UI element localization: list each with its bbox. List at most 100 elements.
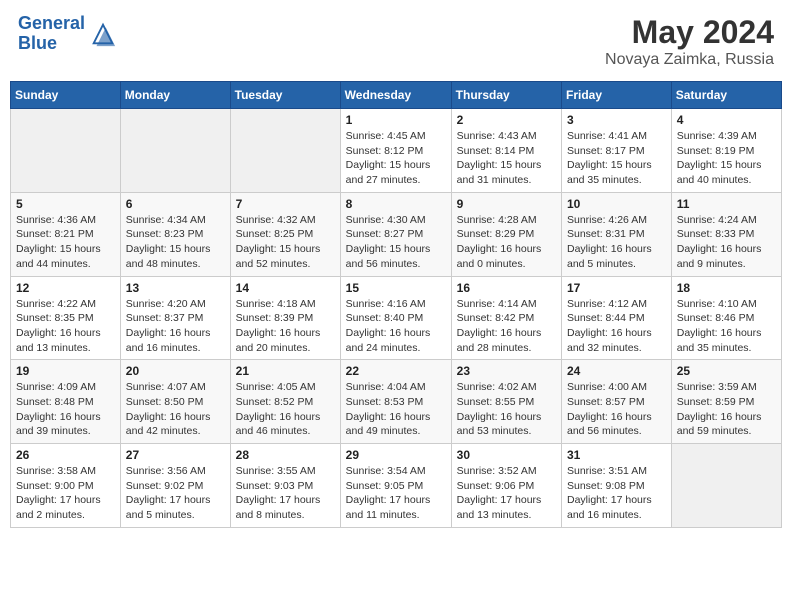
calendar-day-cell: 31Sunrise: 3:51 AM Sunset: 9:08 PM Dayli… <box>562 444 672 528</box>
day-number: 21 <box>236 364 335 378</box>
day-info: Sunrise: 4:00 AM Sunset: 8:57 PM Dayligh… <box>567 380 666 439</box>
day-info: Sunrise: 4:09 AM Sunset: 8:48 PM Dayligh… <box>16 380 115 439</box>
day-number: 16 <box>457 281 556 295</box>
day-info: Sunrise: 4:07 AM Sunset: 8:50 PM Dayligh… <box>126 380 225 439</box>
day-of-week-header: Wednesday <box>340 82 451 109</box>
day-number: 6 <box>126 197 225 211</box>
day-info: Sunrise: 4:30 AM Sunset: 8:27 PM Dayligh… <box>346 213 446 272</box>
day-number: 15 <box>346 281 446 295</box>
day-info: Sunrise: 3:51 AM Sunset: 9:08 PM Dayligh… <box>567 464 666 523</box>
calendar-day-cell <box>230 109 340 193</box>
day-number: 5 <box>16 197 115 211</box>
day-info: Sunrise: 3:52 AM Sunset: 9:06 PM Dayligh… <box>457 464 556 523</box>
calendar-day-cell: 17 Sunrise: 4:12 AM Sunset: 8:44 PM Dayli… <box>562 276 672 360</box>
calendar-day-cell: 22 Sunrise: 4:04 AM Sunset: 8:53 PM Dayli… <box>340 360 451 444</box>
day-info: Sunrise: 4:02 AM Sunset: 8:55 PM Dayligh… <box>457 380 556 439</box>
calendar-day-cell: 12Sunrise: 4:22 AM Sunset: 8:35 PM Dayli… <box>11 276 121 360</box>
calendar-day-cell: 23 Sunrise: 4:02 AM Sunset: 8:55 PM Dayli… <box>451 360 561 444</box>
calendar-day-cell <box>671 444 781 528</box>
calendar-day-cell: 19 Sunrise: 4:09 AM Sunset: 8:48 PM Dayli… <box>11 360 121 444</box>
calendar-day-cell: 4 Sunrise: 4:39 AM Sunset: 8:19 PM Daylig… <box>671 109 781 193</box>
calendar-day-cell: 8 Sunrise: 4:30 AM Sunset: 8:27 PM Daylig… <box>340 192 451 276</box>
day-number: 3 <box>567 113 666 127</box>
day-info: Sunrise: 4:04 AM Sunset: 8:53 PM Dayligh… <box>346 380 446 439</box>
day-number: 19 <box>16 364 115 378</box>
day-number: 25 <box>677 364 776 378</box>
calendar-week-row: 12Sunrise: 4:22 AM Sunset: 8:35 PM Dayli… <box>11 276 782 360</box>
calendar-day-cell: 11 Sunrise: 4:24 AM Sunset: 8:33 PM Dayli… <box>671 192 781 276</box>
day-info: Sunrise: 4:45 AM Sunset: 8:12 PM Dayligh… <box>346 129 446 188</box>
day-info: Sunrise: 3:58 AM Sunset: 9:00 PM Dayligh… <box>16 464 115 523</box>
day-number: 29 <box>346 448 446 462</box>
day-info: Sunrise: 4:39 AM Sunset: 8:19 PM Dayligh… <box>677 129 776 188</box>
day-number: 1 <box>346 113 446 127</box>
day-number: 4 <box>677 113 776 127</box>
day-of-week-header: Thursday <box>451 82 561 109</box>
calendar-day-cell: 21Sunrise: 4:05 AM Sunset: 8:52 PM Dayli… <box>230 360 340 444</box>
calendar-day-cell: 9Sunrise: 4:28 AM Sunset: 8:29 PM Daylig… <box>451 192 561 276</box>
calendar-day-cell: 7Sunrise: 4:32 AM Sunset: 8:25 PM Daylig… <box>230 192 340 276</box>
day-number: 24 <box>567 364 666 378</box>
calendar-day-cell: 27 Sunrise: 3:56 AM Sunset: 9:02 PM Dayli… <box>120 444 230 528</box>
day-info: Sunrise: 4:14 AM Sunset: 8:42 PM Dayligh… <box>457 297 556 356</box>
calendar-day-cell: 30 Sunrise: 3:52 AM Sunset: 9:06 PM Dayli… <box>451 444 561 528</box>
calendar-day-cell: 29 Sunrise: 3:54 AM Sunset: 9:05 PM Dayli… <box>340 444 451 528</box>
logo-text: General Blue <box>18 14 85 54</box>
day-number: 11 <box>677 197 776 211</box>
day-of-week-header: Sunday <box>11 82 121 109</box>
day-number: 2 <box>457 113 556 127</box>
day-info: Sunrise: 4:16 AM Sunset: 8:40 PM Dayligh… <box>346 297 446 356</box>
day-info: Sunrise: 4:24 AM Sunset: 8:33 PM Dayligh… <box>677 213 776 272</box>
day-info: Sunrise: 4:28 AM Sunset: 8:29 PM Dayligh… <box>457 213 556 272</box>
calendar-day-cell: 20Sunrise: 4:07 AM Sunset: 8:50 PM Dayli… <box>120 360 230 444</box>
location: Novaya Zaimka, Russia <box>605 51 774 69</box>
calendar-day-cell: 16 Sunrise: 4:14 AM Sunset: 8:42 PM Dayli… <box>451 276 561 360</box>
month-year: May 2024 <box>605 14 774 51</box>
day-number: 18 <box>677 281 776 295</box>
day-of-week-header: Saturday <box>671 82 781 109</box>
calendar-day-cell: 28 Sunrise: 3:55 AM Sunset: 9:03 PM Dayli… <box>230 444 340 528</box>
day-info: Sunrise: 4:20 AM Sunset: 8:37 PM Dayligh… <box>126 297 225 356</box>
calendar-week-row: 5Sunrise: 4:36 AM Sunset: 8:21 PM Daylig… <box>11 192 782 276</box>
calendar-day-cell <box>120 109 230 193</box>
calendar-header-row: SundayMondayTuesdayWednesdayThursdayFrid… <box>11 82 782 109</box>
calendar-table: SundayMondayTuesdayWednesdayThursdayFrid… <box>10 81 782 528</box>
day-info: Sunrise: 3:59 AM Sunset: 8:59 PM Dayligh… <box>677 380 776 439</box>
calendar-day-cell: 6 Sunrise: 4:34 AM Sunset: 8:23 PM Daylig… <box>120 192 230 276</box>
day-info: Sunrise: 4:12 AM Sunset: 8:44 PM Dayligh… <box>567 297 666 356</box>
calendar-day-cell: 15 Sunrise: 4:16 AM Sunset: 8:40 PM Dayli… <box>340 276 451 360</box>
calendar-day-cell: 13 Sunrise: 4:20 AM Sunset: 8:37 PM Dayli… <box>120 276 230 360</box>
day-number: 30 <box>457 448 556 462</box>
day-info: Sunrise: 3:54 AM Sunset: 9:05 PM Dayligh… <box>346 464 446 523</box>
day-number: 26 <box>16 448 115 462</box>
day-number: 13 <box>126 281 225 295</box>
calendar-day-cell: 1 Sunrise: 4:45 AM Sunset: 8:12 PM Daylig… <box>340 109 451 193</box>
day-number: 27 <box>126 448 225 462</box>
day-info: Sunrise: 4:43 AM Sunset: 8:14 PM Dayligh… <box>457 129 556 188</box>
day-number: 7 <box>236 197 335 211</box>
day-number: 23 <box>457 364 556 378</box>
day-number: 28 <box>236 448 335 462</box>
day-of-week-header: Friday <box>562 82 672 109</box>
day-of-week-header: Monday <box>120 82 230 109</box>
calendar-week-row: 19 Sunrise: 4:09 AM Sunset: 8:48 PM Dayli… <box>11 360 782 444</box>
calendar-day-cell: 14 Sunrise: 4:18 AM Sunset: 8:39 PM Dayli… <box>230 276 340 360</box>
calendar-week-row: 1 Sunrise: 4:45 AM Sunset: 8:12 PM Daylig… <box>11 109 782 193</box>
calendar-day-cell: 26 Sunrise: 3:58 AM Sunset: 9:00 PM Dayli… <box>11 444 121 528</box>
calendar-day-cell: 2 Sunrise: 4:43 AM Sunset: 8:14 PM Daylig… <box>451 109 561 193</box>
calendar-day-cell: 24 Sunrise: 4:00 AM Sunset: 8:57 PM Dayli… <box>562 360 672 444</box>
day-info: Sunrise: 3:55 AM Sunset: 9:03 PM Dayligh… <box>236 464 335 523</box>
calendar-day-cell: 10Sunrise: 4:26 AM Sunset: 8:31 PM Dayli… <box>562 192 672 276</box>
day-number: 14 <box>236 281 335 295</box>
day-number: 8 <box>346 197 446 211</box>
logo: General Blue <box>18 14 117 54</box>
day-info: Sunrise: 3:56 AM Sunset: 9:02 PM Dayligh… <box>126 464 225 523</box>
title-block: May 2024 Novaya Zaimka, Russia <box>605 14 774 69</box>
day-info: Sunrise: 4:18 AM Sunset: 8:39 PM Dayligh… <box>236 297 335 356</box>
day-number: 22 <box>346 364 446 378</box>
calendar-day-cell <box>11 109 121 193</box>
day-info: Sunrise: 4:34 AM Sunset: 8:23 PM Dayligh… <box>126 213 225 272</box>
day-number: 10 <box>567 197 666 211</box>
calendar-day-cell: 18Sunrise: 4:10 AM Sunset: 8:46 PM Dayli… <box>671 276 781 360</box>
day-number: 17 <box>567 281 666 295</box>
